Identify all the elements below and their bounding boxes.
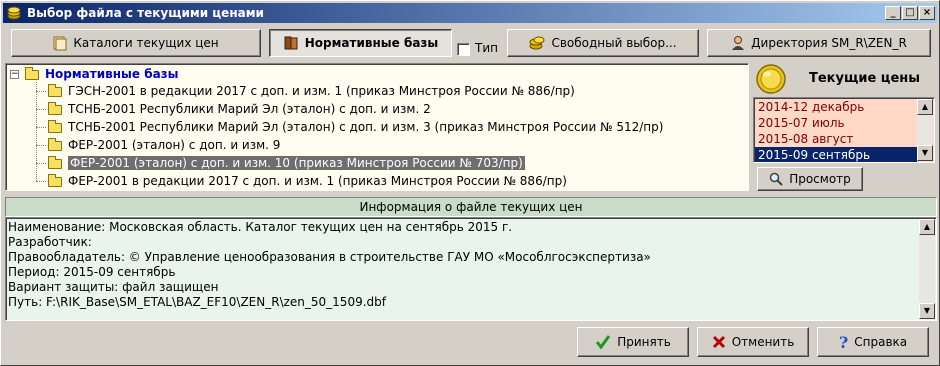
tree-guide [36,91,46,92]
scroll-up-icon[interactable]: ▲ [919,219,935,235]
tree-guide [36,145,46,146]
tree-guide [36,163,46,164]
coins-icon [7,6,21,20]
question-icon: ? [838,332,849,352]
dialog-window: Выбор файла с текущими ценами _ □ × Ката… [0,0,940,366]
scroll-up-icon[interactable]: ▲ [917,99,933,115]
help-button[interactable]: ? Справка [817,327,929,357]
window-title: Выбор файла с текущими ценами [27,6,264,20]
tree-guide [36,181,46,182]
info-path: Путь: F:\RIK_Base\SM_ETAL\BAZ_EF10\ZEN_R… [8,295,386,309]
prices-scrollbar[interactable]: ▲ ▼ [917,99,933,161]
price-item[interactable]: 2015-08 август [755,131,933,147]
cancel-button[interactable]: Отменить [697,327,809,357]
books-icon [284,36,298,50]
cancel-label: Отменить [731,335,795,349]
coin-icon [756,64,786,94]
tree-root[interactable]: − Нормативные базы [10,65,179,83]
info-name: Наименование: Московская область. Катало… [8,220,513,234]
normative-bases-button[interactable]: Нормативные базы [269,29,452,57]
view-button[interactable]: Просмотр [757,167,863,191]
tree-guide [36,82,37,181]
info-text[interactable]: Наименование: Московская область. Катало… [5,217,937,321]
tree-item-label: ФЕР-2001 (эталон) с доп. и изм. 10 (прик… [68,156,525,170]
catalogs-button[interactable]: Каталоги текущих цен [11,29,261,57]
price-item[interactable]: 2014-12 декабрь [755,99,933,115]
normative-tree[interactable]: − Нормативные базы ГЭСН-2001 в редакции 2… [5,63,749,191]
info-protection: Вариант защиты: файл защищен [8,280,219,294]
coin-stack-icon [529,36,545,50]
folder-icon [48,119,62,133]
collapse-icon[interactable]: − [10,70,19,79]
info-owner: Правообладатель: © Управление ценообразо… [8,250,651,264]
price-item[interactable]: 2015-07 июль [755,115,933,131]
magnifier-icon [769,172,783,186]
title-bar[interactable]: Выбор файла с текущими ценами _ □ × [3,3,937,23]
tree-root-label: Нормативные базы [45,67,179,81]
close-button[interactable]: × [919,6,935,20]
catalog-icon [53,36,67,51]
tree-item-label: ФЕР-2001 (эталон) с доп. и изм. 9 [68,138,281,152]
tree-item[interactable]: ФЕР-2001 в редакции 2017 с доп. и изм. 1… [48,172,567,190]
info-header: Информация о файле текущих цен [5,197,937,217]
folder-icon [48,101,62,115]
free-select-label: Свободный выбор... [551,36,677,50]
tree-guide [36,127,46,128]
tree-item-label: ТСНБ-2001 Республики Марий Эл (эталон) с… [68,120,664,134]
maximize-button[interactable]: □ [902,6,918,20]
directory-button[interactable]: Директория SM_R\ZEN_R [707,29,931,57]
tree-item[interactable]: ТСНБ-2001 Республики Марий Эл (эталон) с… [48,100,431,118]
folder-icon [48,83,62,97]
folder-icon [48,173,62,187]
user-icon [732,36,745,50]
info-scrollbar[interactable]: ▲ ▼ [919,219,935,319]
accept-label: Принять [617,335,671,349]
info-developer: Разработчик: [8,235,92,249]
scroll-down-icon[interactable]: ▼ [919,303,935,319]
help-label: Справка [854,335,908,349]
info-period: Период: 2015-09 сентябрь [8,265,176,279]
folder-icon [25,66,39,80]
minimize-button[interactable]: _ [885,6,901,20]
cross-icon [712,335,725,349]
folder-icon [48,137,62,151]
prices-title: Текущие цены [809,71,920,86]
scroll-down-icon[interactable]: ▼ [917,145,933,161]
directory-label: Директория SM_R\ZEN_R [751,36,907,50]
tree-item-label: ФЕР-2001 в редакции 2017 с доп. и изм. 1… [68,174,567,188]
normative-bases-label: Нормативные базы [304,36,439,50]
prices-header: Текущие цены [753,63,937,97]
tree-item-selected[interactable]: ФЕР-2001 (эталон) с доп. и изм. 10 (прик… [48,154,525,172]
type-checkbox[interactable] [457,43,470,56]
tree-item[interactable]: ТСНБ-2001 Республики Марий Эл (эталон) с… [48,118,663,136]
tree-item-label: ТСНБ-2001 Республики Марий Эл (эталон) с… [68,102,431,116]
tree-item-label: ГЭСН-2001 в редакции 2017 с доп. и изм. … [68,84,575,98]
checkmark-icon [596,335,611,350]
type-label: Тип [475,41,498,55]
prices-list[interactable]: 2014-12 декабрь 2015-07 июль 2015-08 авг… [753,97,935,163]
folder-icon [48,155,62,169]
catalogs-label: Каталоги текущих цен [73,36,219,50]
price-item-selected[interactable]: 2015-09 сентябрь [755,147,917,162]
tree-item[interactable]: ФЕР-2001 (эталон) с доп. и изм. 9 [48,136,280,154]
accept-button[interactable]: Принять [577,327,689,357]
view-button-label: Просмотр [789,172,851,186]
free-select-button[interactable]: Свободный выбор... [507,29,699,57]
tree-item[interactable]: ГЭСН-2001 в редакции 2017 с доп. и изм. … [48,82,575,100]
tree-guide [36,109,46,110]
